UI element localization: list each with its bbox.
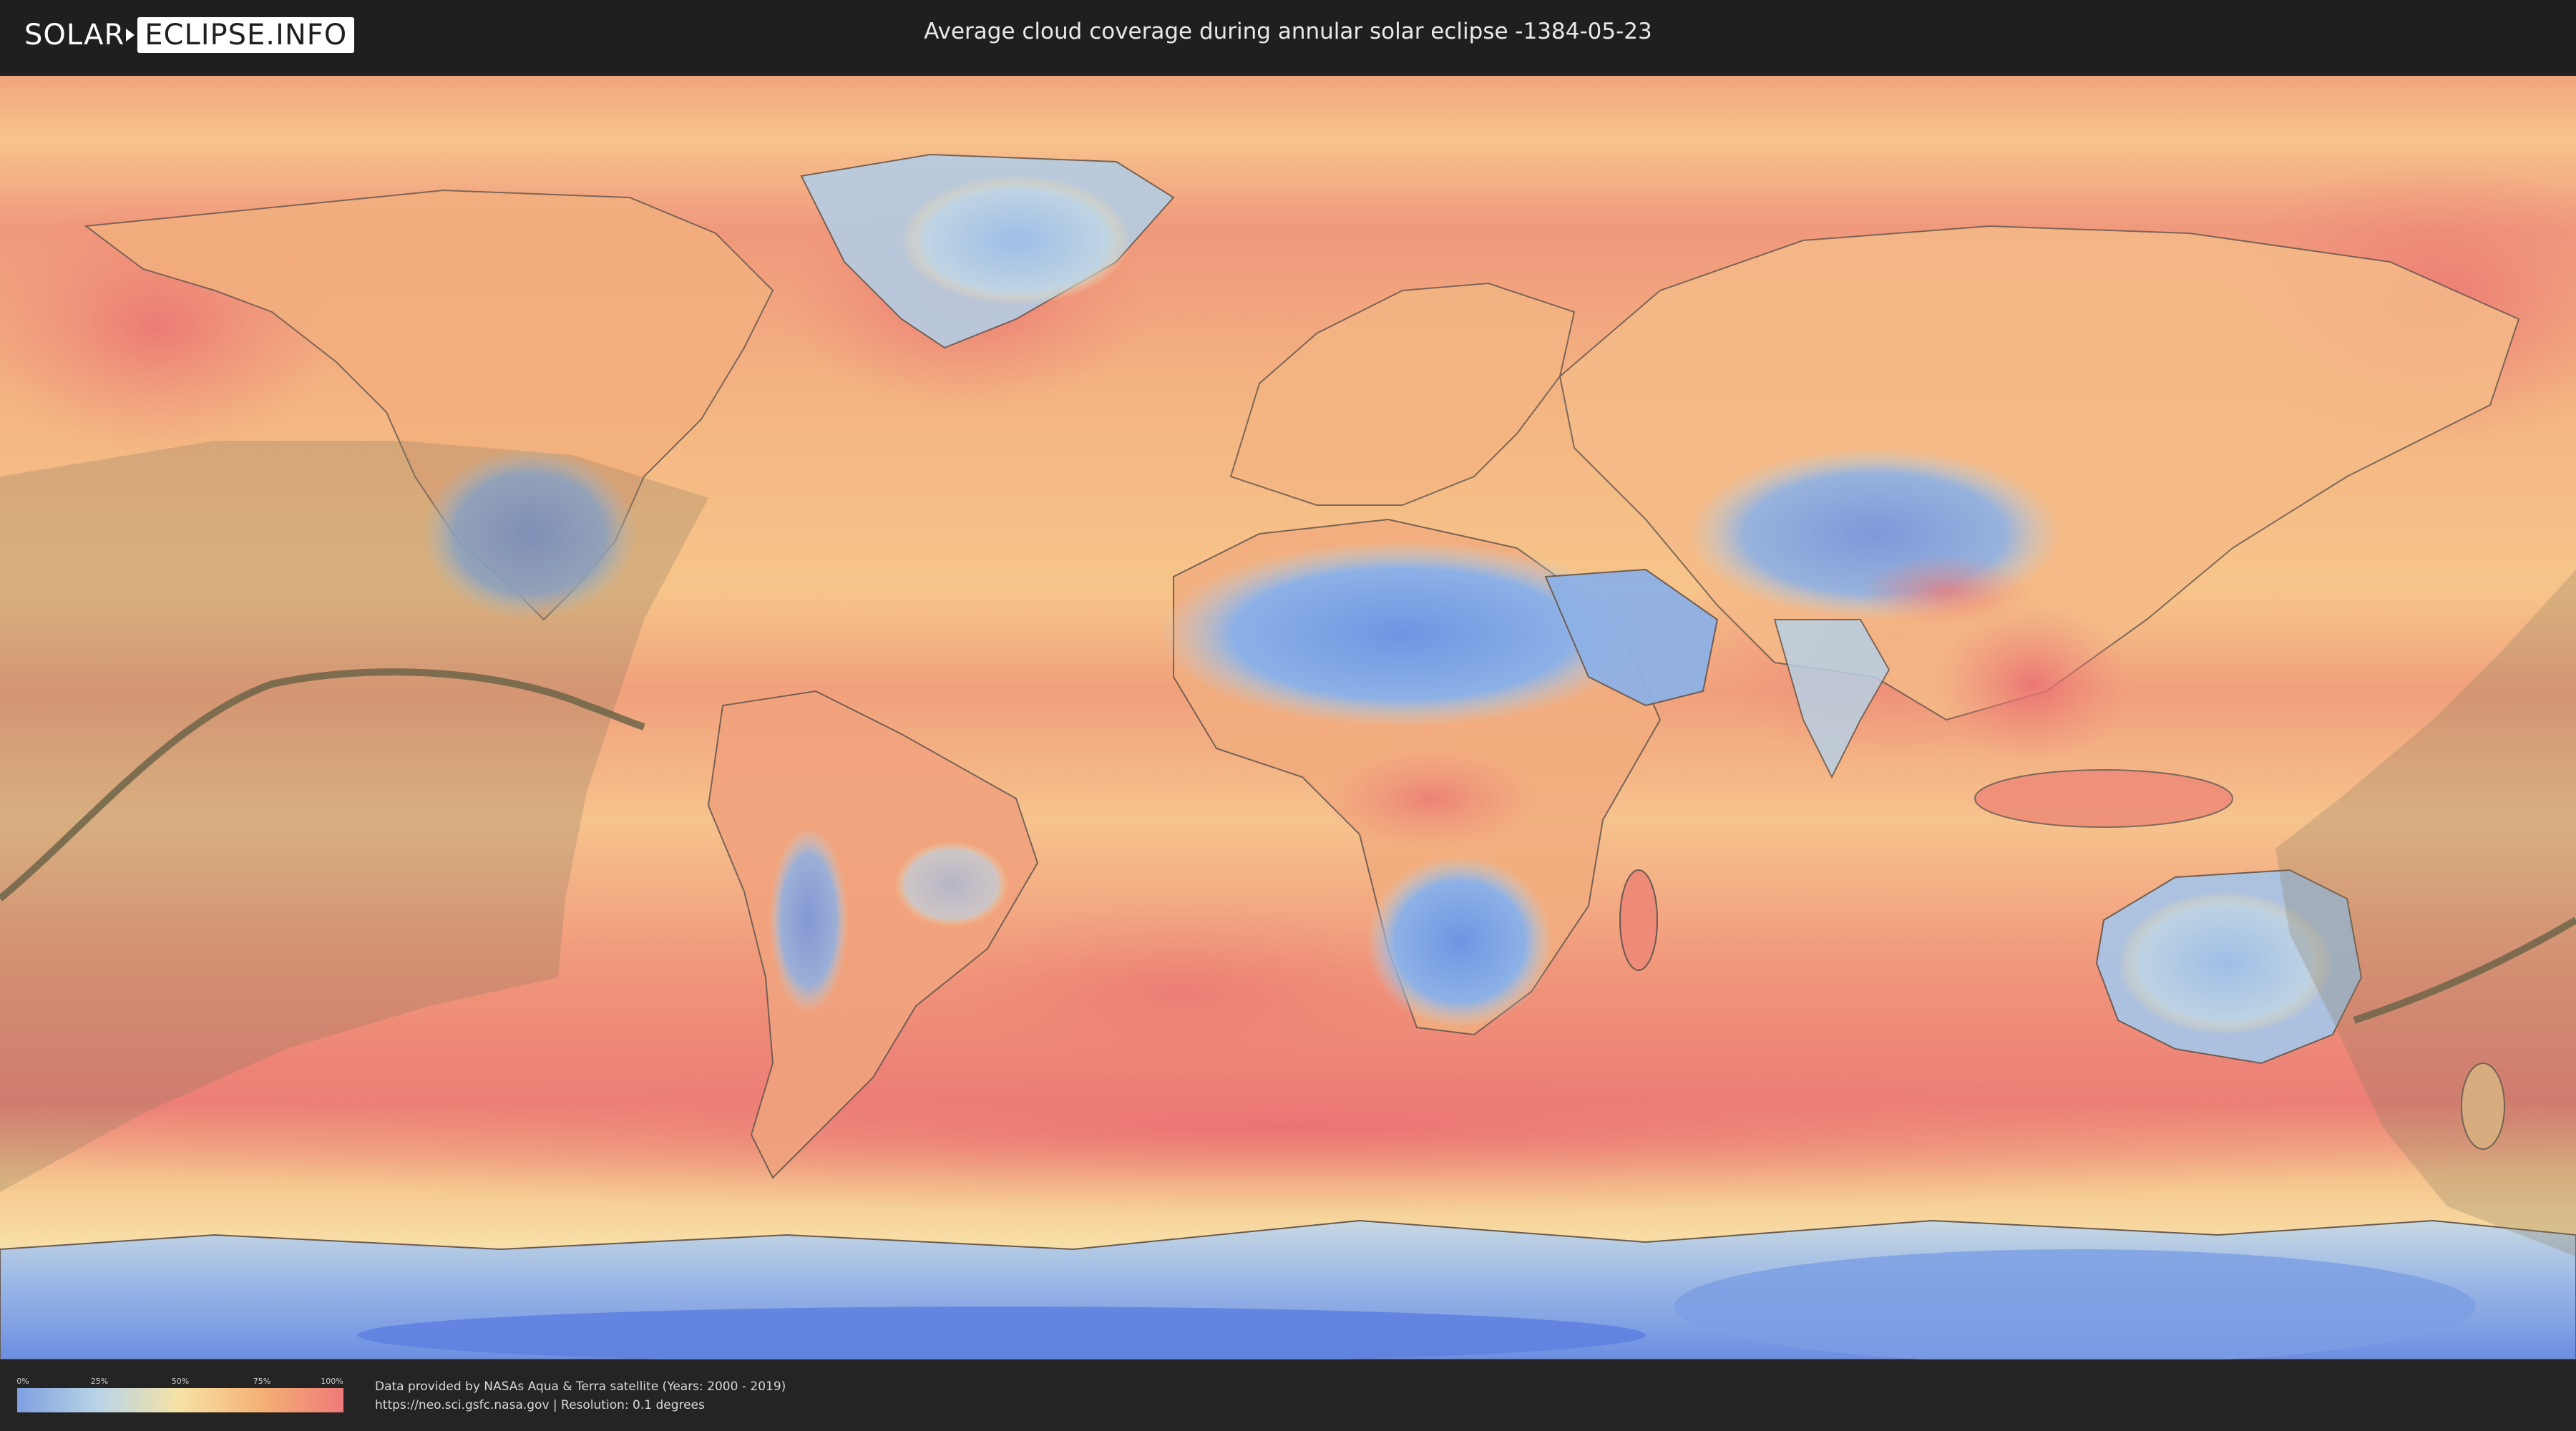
legend-tick-0: 0% (16, 1377, 29, 1386)
header-bar: SOLAR ECLIPSE.INFO Average cloud coverag… (0, 0, 2576, 72)
world-map (0, 76, 2576, 1359)
antarctica-clear-region (1674, 1249, 2476, 1359)
data-source-text: Data provided by NASAs Aqua & Terra sate… (375, 1379, 786, 1394)
footer-bar: 0% 25% 50% 75% 100% Data provided by NAS… (0, 1359, 2576, 1431)
indonesia-landmass (1974, 769, 2233, 828)
madagascar-landmass (1619, 869, 1658, 971)
legend-color-bar (17, 1388, 343, 1412)
legend-tick-50: 50% (171, 1377, 190, 1386)
andes-clear-region (769, 827, 848, 1013)
legend-tick-100: 100% (321, 1377, 343, 1386)
color-legend: 0% 25% 50% 75% 100% (16, 1377, 343, 1420)
cloud-coverage-map[interactable] (0, 76, 2576, 1359)
page-title: Average cloud coverage during annular so… (924, 19, 1652, 44)
central-africa-cloud-region (1324, 748, 1538, 849)
legend-tick-25: 25% (90, 1377, 109, 1386)
legend-tick-75: 75% (253, 1377, 271, 1386)
tibet-cloud-region (1860, 555, 2032, 627)
data-source-url: https://neo.sci.gsfc.nasa.gov | Resoluti… (375, 1398, 705, 1412)
southern-africa-clear-region (1367, 856, 1553, 1027)
app-root: SOLAR ECLIPSE.INFO Average cloud coverag… (0, 0, 2576, 1431)
southeast-asia-cloud-region (1932, 605, 2132, 763)
greenland-clear-region (902, 176, 1131, 305)
brazil-light-region (894, 841, 1009, 927)
